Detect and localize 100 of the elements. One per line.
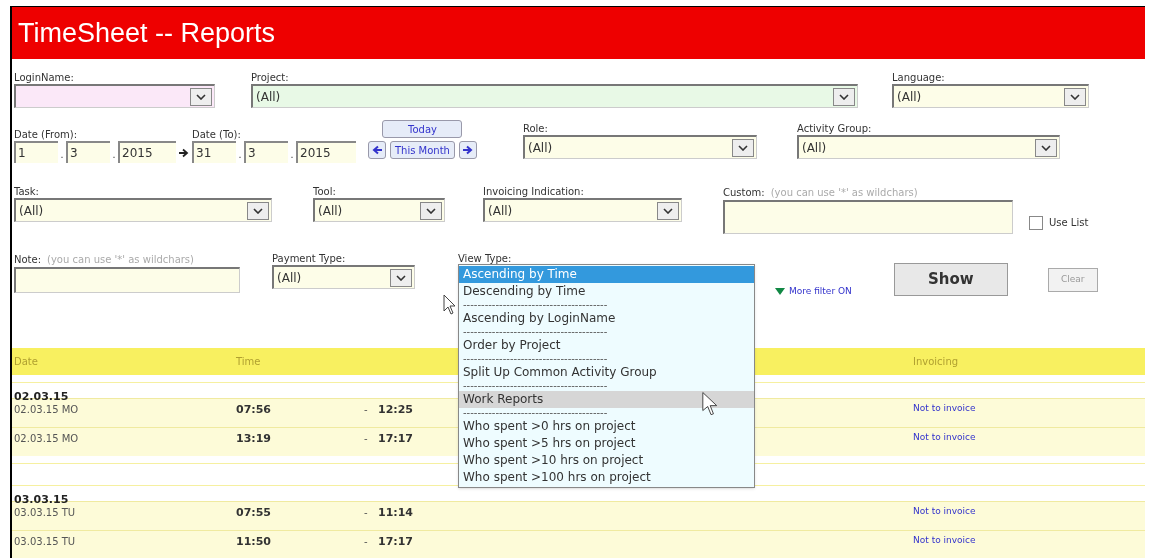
hint-text: (you can use '*' as wildchars) (770, 186, 918, 200)
chevron-icon (731, 138, 754, 157)
dropdown-option[interactable]: Work Reports (459, 391, 754, 408)
invoicing-link[interactable]: Not to invoice (913, 401, 976, 427)
dropdown-value: (All) (487, 202, 513, 220)
separator-line: ---------------------------------------- (463, 327, 608, 337)
chevron-icon (190, 87, 212, 106)
input-field[interactable]: 3 (244, 141, 288, 163)
field-label: Invoicing Indication: (483, 185, 584, 198)
table-cell: 07:56 (236, 402, 271, 416)
invoicing-link[interactable]: Not to invoice (913, 430, 976, 456)
chevron-icon (1034, 138, 1057, 157)
dot-separator: . (111, 146, 117, 163)
dot-separator: . (289, 146, 295, 163)
field-label: Language: (892, 71, 945, 84)
dropdown-value: (All) (526, 139, 553, 157)
chevron-icon (657, 201, 679, 220)
dropdown-option[interactable]: Who spent >5 hrs on project (459, 435, 754, 452)
chevron-icon (247, 201, 269, 220)
chevron-icon (1064, 87, 1086, 106)
table-cell: 12:25 (378, 402, 413, 416)
today-button[interactable]: Today (382, 120, 463, 138)
table-cell: 17:17 (378, 534, 413, 548)
chevron-icon (833, 87, 855, 106)
invoicing-link[interactable]: Not to invoice (913, 504, 976, 530)
input-field[interactable]: 2015 (118, 141, 176, 163)
arrow-left-icon (372, 145, 382, 155)
column-header: Date (14, 355, 38, 367)
dropdown[interactable]: (All) (522, 135, 757, 159)
field-label: Tool: (313, 185, 336, 198)
table-cell: 13:19 (236, 431, 271, 445)
dot-separator: . (59, 146, 65, 163)
dropdown[interactable]: (All) (14, 198, 272, 222)
dropdown[interactable]: (All) (251, 84, 858, 108)
field-label: Payment Type: (272, 252, 346, 265)
next-month-button[interactable] (458, 141, 477, 159)
input-field[interactable]: 2015 (296, 141, 356, 163)
dropdown[interactable]: (All) (272, 265, 415, 289)
separator-line: ---------------------------------------- (463, 300, 608, 310)
dropdown[interactable] (14, 84, 215, 108)
input-field[interactable]: 1 (14, 141, 58, 163)
dropdown-value: (All) (896, 88, 922, 106)
invoicing-link[interactable]: Not to invoice (913, 533, 976, 558)
dropdown-option[interactable]: Who spent >0 hrs on project (459, 418, 754, 435)
dot-separator: . (237, 146, 243, 163)
group-date: 02.03.15 (14, 389, 69, 403)
show-button[interactable]: Show (893, 263, 1008, 296)
hint-text: (you can use '*' as wildchars) (47, 253, 194, 267)
table-cell: 03.03.15 TU (14, 535, 76, 547)
chevron-icon (390, 268, 412, 287)
more-filter-link[interactable]: More filter ON (789, 285, 852, 299)
dropdown[interactable]: (All) (313, 198, 445, 222)
checkbox[interactable] (1029, 215, 1043, 230)
group-date: 03.03.15 (14, 492, 69, 506)
dropdown[interactable]: (All) (796, 135, 1060, 159)
table-cell: 17:17 (378, 431, 413, 445)
field-label: Task: (14, 185, 39, 198)
dropdown-option[interactable]: Who spent >10 hrs on project (459, 452, 754, 469)
previous-month-button[interactable] (368, 141, 386, 159)
table-cell: - (364, 506, 368, 518)
dropdown-value: (All) (255, 88, 281, 106)
separator-line: ---------------------------------------- (463, 408, 608, 418)
dropdown-option[interactable]: Ascending by LoginName (459, 310, 754, 327)
dropdown-value: (All) (276, 269, 302, 287)
separator-line: ---------------------------------------- (463, 354, 608, 364)
field-label: Note: (14, 253, 42, 266)
this-month-button[interactable]: This Month (390, 141, 455, 159)
dropdown-option[interactable]: Who spent >100 hrs on project (459, 469, 754, 486)
field-label: Date (From): (14, 128, 79, 141)
field-label: Activity Group: (796, 122, 872, 135)
column-header: Time (236, 355, 261, 367)
table-cell: 11:50 (236, 534, 271, 548)
triangle-down-icon (775, 288, 785, 296)
table-cell: 02.03.15 MO (14, 432, 79, 444)
field-label: View Type: (458, 252, 513, 265)
checkbox-label: Use List (1049, 216, 1089, 230)
field-label: Role: (522, 122, 548, 135)
field-label: Custom: (723, 186, 765, 199)
dropdown-value: (All) (317, 202, 343, 220)
text-field[interactable] (723, 200, 1013, 234)
field-label: Project: (251, 71, 289, 84)
table-cell: - (364, 432, 368, 444)
field-label: LoginName: (14, 71, 74, 84)
table-cell: - (364, 535, 368, 547)
table-cell: 02.03.15 MO (14, 403, 79, 415)
dropdown-option[interactable]: Descending by Time (459, 283, 754, 300)
input-field[interactable]: 3 (66, 141, 110, 163)
field-label: Date (To): (192, 128, 242, 141)
table-cell: 07:55 (236, 505, 271, 519)
column-header: Invoicing (913, 355, 959, 367)
table-cell: - (364, 403, 368, 415)
dropdown[interactable]: (All) (483, 198, 682, 222)
cursor-icon (702, 391, 720, 417)
input-field[interactable]: 31 (192, 141, 236, 163)
dropdown-list[interactable] (458, 264, 755, 488)
dropdown[interactable]: (All) (892, 84, 1089, 108)
dropdown-option[interactable]: Order by Project (459, 337, 754, 354)
arrow-right-icon (179, 148, 189, 158)
text-field[interactable] (14, 267, 240, 293)
dropdown-option[interactable]: Split Up Common Activity Group (459, 364, 754, 381)
